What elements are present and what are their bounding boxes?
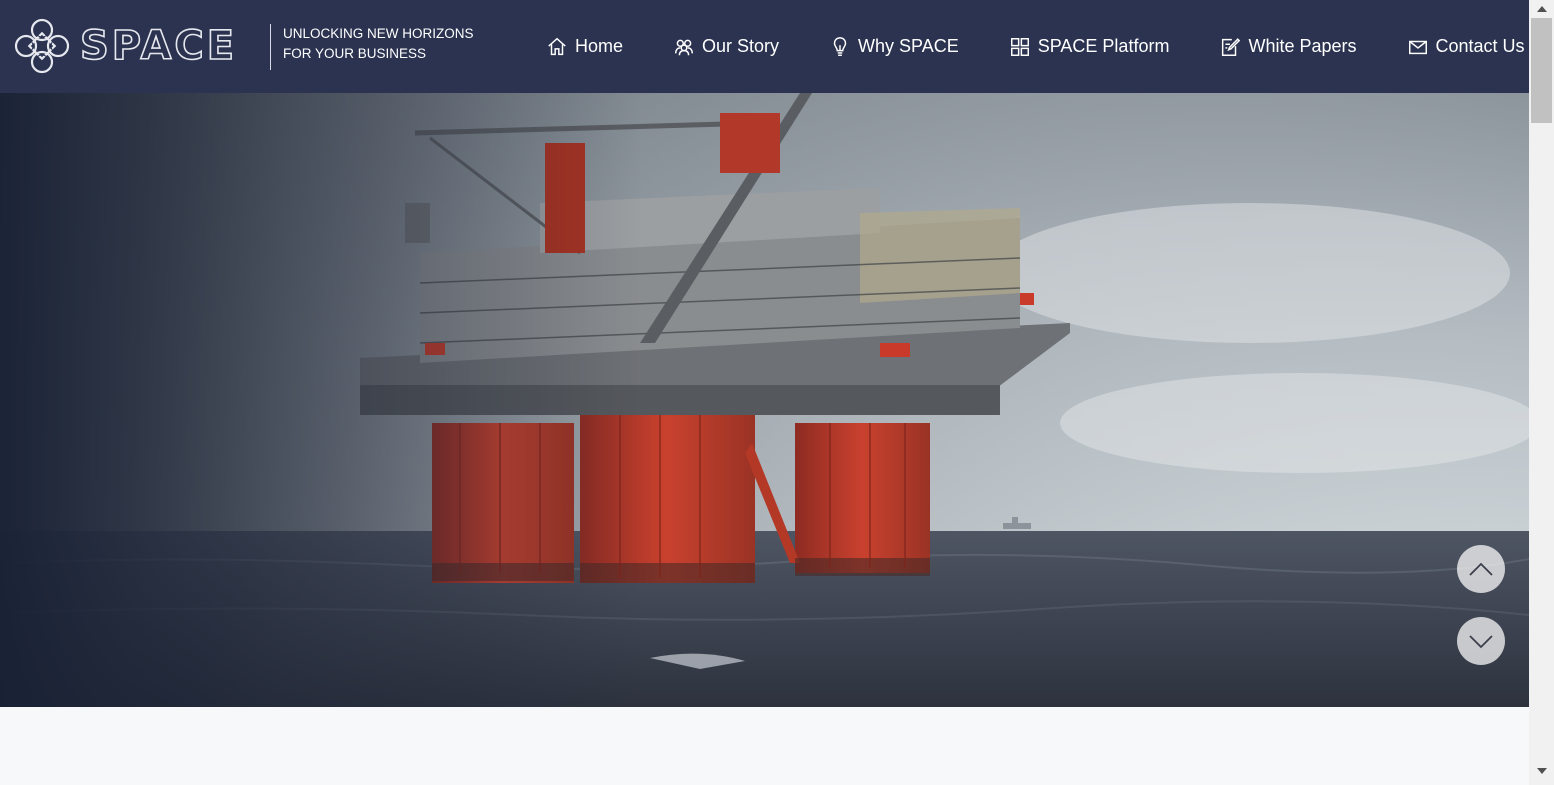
chevron-up-icon <box>1469 562 1493 576</box>
people-icon <box>675 39 693 55</box>
knot-logo-icon <box>14 18 70 74</box>
brand-tagline: UNLOCKING NEW HORIZONS FOR YOUR BUSINESS <box>270 24 500 70</box>
site-header: SPACE UNLOCKING NEW HORIZONS FOR YOUR BU… <box>0 0 1529 93</box>
nav-item-home[interactable]: Home <box>546 36 623 58</box>
nav-item-white-papers[interactable]: White Papers <box>1219 36 1357 58</box>
home-icon <box>548 37 566 55</box>
grid-icon <box>1010 37 1029 56</box>
scroll-up-button[interactable] <box>1457 545 1505 593</box>
page: SPACE UNLOCKING NEW HORIZONS FOR YOUR BU… <box>0 0 1554 785</box>
chevron-down-icon <box>1469 635 1493 649</box>
envelope-icon <box>1408 40 1427 54</box>
scrollbar-down-arrow-icon[interactable] <box>1537 768 1547 774</box>
nav-item-contact-us[interactable]: Contact Us <box>1407 36 1525 58</box>
page-scrollbar[interactable] <box>1529 0 1554 785</box>
nav-label: White Papers <box>1248 36 1357 56</box>
hero-banner <box>0 93 1529 707</box>
nav-label: Why SPACE <box>858 36 959 56</box>
nav-label: Home <box>575 36 624 56</box>
brand-name: SPACE <box>79 23 238 69</box>
nav-label: SPACE Platform <box>1037 36 1170 56</box>
edit-icon <box>1222 37 1241 56</box>
nav-item-why-space[interactable]: Why SPACE <box>829 36 959 58</box>
nav-item-space-platform[interactable]: SPACE Platform <box>1009 36 1170 58</box>
nav-item-our-story[interactable]: Our Story <box>673 36 779 58</box>
brand-logo[interactable]: SPACE <box>12 16 237 76</box>
nav-label: Our Story <box>702 36 780 56</box>
hero-gradient-overlay <box>0 93 1529 707</box>
scrollbar-up-arrow-icon[interactable] <box>1537 6 1547 12</box>
scroll-down-button[interactable] <box>1457 617 1505 665</box>
lightbulb-icon <box>833 36 847 56</box>
scrollbar-thumb[interactable] <box>1531 18 1552 123</box>
nav-label: Contact Us <box>1435 36 1525 56</box>
main-nav: Home Our Story Why SPACE SPACE Platform … <box>546 0 1525 93</box>
